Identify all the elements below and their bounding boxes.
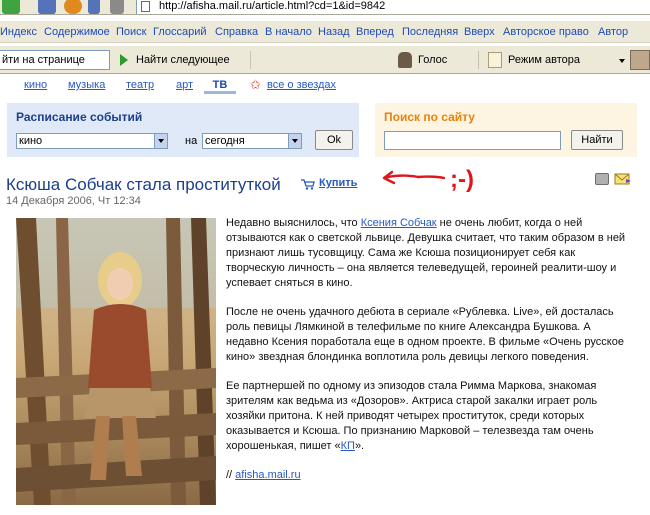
chevron-down-icon <box>154 134 167 148</box>
pen-icon[interactable] <box>110 0 124 14</box>
ok-button[interactable]: Ok <box>315 130 353 150</box>
article-date: 14 Декабря 2006, Чт 12:34 <box>6 195 141 207</box>
address-field[interactable]: http://afisha.mail.ru/article.html?cd=1&… <box>136 0 650 14</box>
nav-theatre[interactable]: театр <box>126 79 154 91</box>
nav-tv-active[interactable]: ТВ <box>204 78 236 94</box>
handwritten-annotation: ;-) <box>382 166 474 193</box>
find-next-label: Найти следующее <box>136 54 230 66</box>
category-nav: кино музыка театр арт ТВ ✩ все о звездах <box>0 78 370 94</box>
link-search[interactable]: Поиск <box>116 26 146 38</box>
category-select-value: кино <box>19 135 43 147</box>
date-select-value: сегодня <box>205 135 245 147</box>
links-toolbar: Индекс Содержимое Поиск Глоссарий Справк… <box>0 21 650 43</box>
back-icon[interactable] <box>2 0 20 14</box>
star-icon: ✩ <box>250 77 261 92</box>
link-copyright[interactable]: Авторское право <box>503 26 589 38</box>
article-source: // afisha.mail.ru <box>226 468 628 483</box>
voice-icon <box>398 52 412 68</box>
find-next-button[interactable]: Найти следующее <box>118 50 246 70</box>
article-paragraph: Недавно выяснилось, что Ксения Собчак не… <box>226 216 628 291</box>
link-home[interactable]: В начало <box>265 26 312 38</box>
article-text: ». <box>354 440 365 452</box>
schedule-title: Расписание событий <box>16 110 143 124</box>
address-toolbar: http://afisha.mail.ru/article.html?cd=1&… <box>0 0 650 15</box>
link-last[interactable]: Последняя <box>402 26 458 38</box>
link-forward[interactable]: Вперед <box>356 26 394 38</box>
link-glossary[interactable]: Глоссарий <box>153 26 207 38</box>
printer-icon[interactable] <box>595 173 609 185</box>
find-input[interactable]: йти на странице <box>0 50 110 70</box>
site-search-button[interactable]: Найти <box>571 130 623 150</box>
article-photo <box>16 218 216 505</box>
refresh-icon[interactable] <box>64 0 82 14</box>
stop-icon[interactable] <box>88 0 100 14</box>
navigation-buttons <box>0 0 132 15</box>
article-text: Недавно выяснилось, что <box>226 217 361 229</box>
url-text[interactable]: http://afisha.mail.ru/article.html?cd=1&… <box>159 0 385 13</box>
page-icon <box>141 1 150 12</box>
ksenia-sobchak-link[interactable]: Ксения Собчак <box>361 217 437 229</box>
toolbar-separator <box>250 51 251 69</box>
article-paragraph: Ее партнершей по одному из эпизодов стал… <box>226 379 628 454</box>
events-schedule-panel: Расписание событий кино на сегодня Ok <box>7 103 359 157</box>
voice-label: Голос <box>418 54 448 66</box>
article-title: Ксюша Собчак стала проституткой <box>6 175 281 194</box>
site-search-title: Поиск по сайту <box>384 110 475 124</box>
nav-cinema[interactable]: кино <box>24 79 47 91</box>
article-text: Ее партнершей по одному из эпизодов стал… <box>226 380 598 452</box>
nav-art[interactable]: арт <box>176 79 193 91</box>
annotation-text: ;-) <box>450 166 474 193</box>
source-link[interactable]: afisha.mail.ru <box>235 469 300 481</box>
link-contents[interactable]: Содержимое <box>44 26 110 38</box>
author-mode-label: Режим автора <box>508 54 580 66</box>
on-label: на <box>185 135 198 147</box>
buy-link[interactable]: Купить <box>319 177 357 189</box>
link-index[interactable]: Индекс <box>0 26 37 38</box>
link-up[interactable]: Вверх <box>464 26 495 38</box>
play-arrow-icon <box>120 54 128 66</box>
article-body: Недавно выяснилось, что Ксения Собчак не… <box>226 216 628 497</box>
user-avatar-icon[interactable] <box>630 50 650 70</box>
nav-stars[interactable]: все о звездах <box>267 79 336 91</box>
chevron-down-icon <box>288 134 301 148</box>
site-search-panel: Поиск по сайту Найти <box>375 103 637 157</box>
article-paragraph: После не очень удачного дебюта в сериале… <box>226 306 624 363</box>
nav-music[interactable]: музыка <box>68 79 105 91</box>
link-author[interactable]: Автор <box>598 26 628 38</box>
cart-icon[interactable] <box>301 179 315 190</box>
toolbar-separator <box>478 51 479 69</box>
email-icon[interactable] <box>614 172 632 186</box>
link-back[interactable]: Назад <box>318 26 350 38</box>
kp-link[interactable]: КП <box>341 440 355 452</box>
date-select[interactable]: сегодня <box>202 133 302 149</box>
category-select[interactable]: кино <box>16 133 168 149</box>
link-help[interactable]: Справка <box>215 26 258 38</box>
source-prefix: // <box>226 469 236 481</box>
find-toolbar: йти на странице Найти следующее Голос Ре… <box>0 46 650 74</box>
site-search-input[interactable] <box>384 131 561 150</box>
forward-icon[interactable] <box>38 0 56 14</box>
document-icon <box>488 52 502 68</box>
chevron-down-icon[interactable] <box>619 59 625 63</box>
